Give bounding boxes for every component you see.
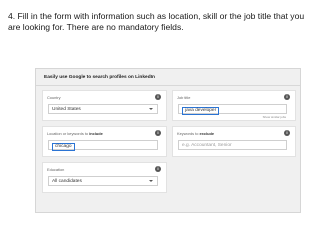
job-title-card: Job title i java developer Show similar … xyxy=(172,90,296,121)
job-title-label: Job title xyxy=(177,95,191,100)
education-select[interactable]: All candidates xyxy=(48,176,158,186)
chevron-down-icon xyxy=(149,108,153,110)
divider xyxy=(36,85,300,86)
info-icon[interactable]: i xyxy=(155,166,161,172)
linkedin-search-form: Easily use Google to search profiles on … xyxy=(35,68,301,213)
form-title: Easily use Google to search profiles on … xyxy=(44,75,155,80)
info-icon[interactable]: i xyxy=(155,130,161,136)
job-title-input[interactable]: java developer xyxy=(178,104,287,115)
location-value: chicago xyxy=(52,142,75,151)
country-value: United States xyxy=(52,107,81,112)
country-select[interactable]: United States xyxy=(48,104,158,114)
location-input[interactable]: chicago xyxy=(48,140,158,151)
job-title-value: java developer xyxy=(182,106,220,115)
education-card: Education i All candidates xyxy=(42,162,167,193)
exclude-label: Keywords to exclude xyxy=(177,131,215,136)
country-card: Country i United States xyxy=(42,90,167,121)
exclude-card: Keywords to exclude i e.g. Accountant, S… xyxy=(172,126,296,157)
location-card: Location or keywords to include i chicag… xyxy=(42,126,167,157)
show-similar-jobs-link[interactable]: Show similar jobs xyxy=(263,115,286,119)
country-label: Country xyxy=(47,95,61,100)
info-icon[interactable]: i xyxy=(155,94,161,100)
location-label: Location or keywords to include xyxy=(47,131,103,136)
education-value: All candidates xyxy=(52,179,82,184)
info-icon[interactable]: i xyxy=(284,94,290,100)
exclude-input[interactable]: e.g. Accountant, Senior xyxy=(178,140,287,150)
education-label: Education xyxy=(47,167,65,172)
info-icon[interactable]: i xyxy=(284,130,290,136)
instruction-text: 4. Fill in the form with information suc… xyxy=(8,11,305,32)
chevron-down-icon xyxy=(149,180,153,182)
exclude-placeholder: e.g. Accountant, Senior xyxy=(182,143,232,148)
